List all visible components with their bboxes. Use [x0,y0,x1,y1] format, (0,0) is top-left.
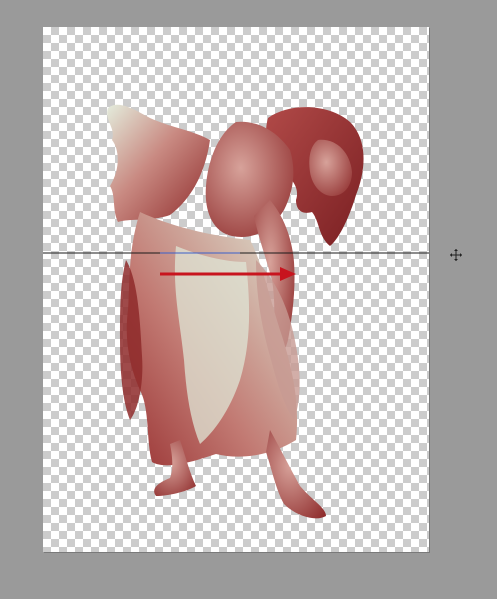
figure-in-dress-layer[interactable] [107,104,364,519]
right-leg [266,430,326,519]
left-sleeve [107,104,210,222]
canvas-overlay [43,104,462,519]
crosshair-move-cursor-icon [450,249,462,261]
document-workspace[interactable] [0,0,497,599]
